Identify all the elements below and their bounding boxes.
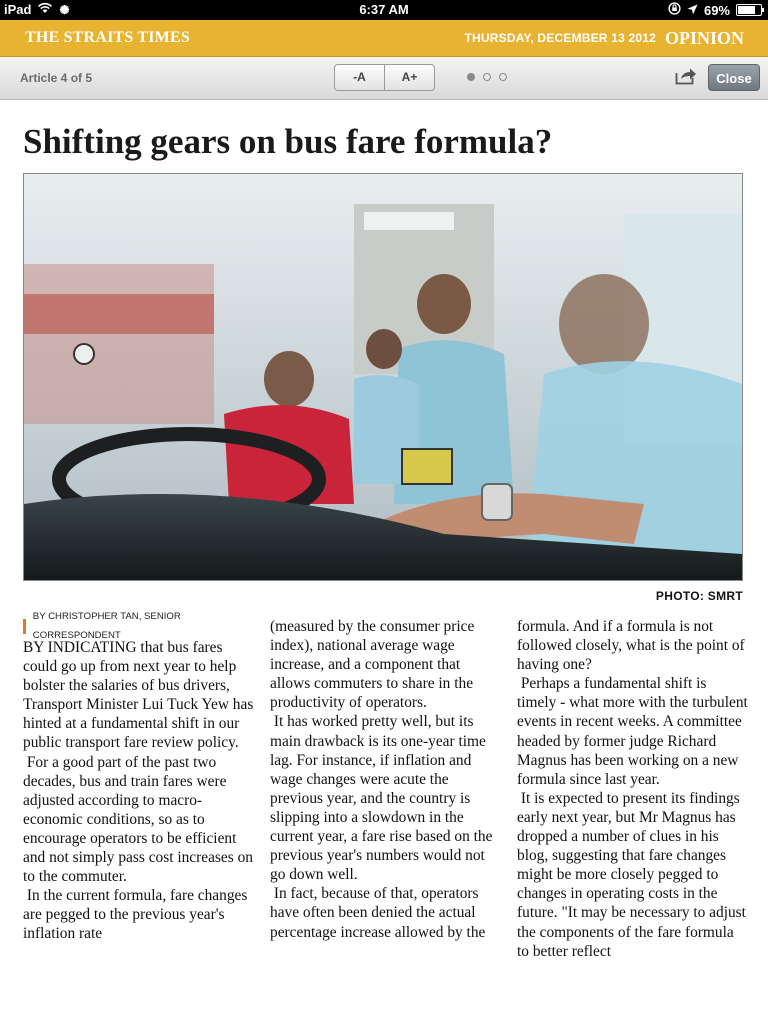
paragraph: In the current formula, fare changes are… bbox=[23, 887, 248, 943]
article-headline: Shifting gears on bus fare formula? bbox=[23, 122, 553, 161]
brand-logo: THE STRAITS TIMES bbox=[25, 29, 190, 46]
paragraph: (measured by the consumer price index), … bbox=[270, 618, 475, 712]
reader-toolbar: Article 4 of 5 -A A+ Close bbox=[0, 57, 768, 100]
article-column-3: formula. And if a formula is not followe… bbox=[517, 617, 749, 961]
battery-percent: 69% bbox=[703, 2, 730, 18]
article-photo bbox=[23, 173, 743, 581]
photo-credit: PHOTO: SMRT bbox=[655, 589, 743, 603]
newspaper-banner: THE STRAITS TIMES THURSDAY, DECEMBER 13 … bbox=[0, 20, 768, 57]
rotation-lock-icon bbox=[668, 2, 681, 18]
paragraph: Perhaps a fundamental shift is timely - … bbox=[517, 675, 748, 788]
article-column-2: (measured by the consumer price index), … bbox=[270, 617, 502, 942]
paragraph: For a good part of the past two decades,… bbox=[23, 753, 253, 886]
status-time: 6:37 AM bbox=[359, 2, 409, 17]
edition-date: THURSDAY, DECEMBER 13 2012 bbox=[464, 31, 656, 45]
page-dot[interactable] bbox=[499, 73, 507, 81]
close-button[interactable]: Close bbox=[708, 64, 760, 91]
section-name: OPINION bbox=[664, 28, 744, 48]
battery-icon bbox=[736, 4, 764, 16]
article-counter: Article 4 of 5 bbox=[20, 71, 93, 85]
location-icon bbox=[687, 3, 698, 18]
status-bar: iPad ✺ 6:37 AM 69% bbox=[0, 0, 768, 20]
paragraph: It is expected to present its findings e… bbox=[517, 789, 746, 960]
byline-accent bbox=[23, 618, 26, 634]
paragraph: In fact, because of that, operators have… bbox=[270, 885, 486, 941]
page-dot[interactable] bbox=[467, 73, 475, 81]
decrease-font-button[interactable]: -A bbox=[335, 65, 384, 90]
font-size-control: -A A+ bbox=[334, 64, 435, 91]
paragraph: formula. And if a formula is not followe… bbox=[517, 618, 745, 674]
increase-font-button[interactable]: A+ bbox=[384, 65, 434, 90]
share-icon[interactable] bbox=[675, 67, 697, 85]
paragraph: BY INDICATING that bus fares could go up… bbox=[23, 639, 254, 752]
paragraph: It has worked pretty well, but its main … bbox=[270, 713, 493, 884]
page-dot[interactable] bbox=[483, 73, 491, 81]
article-column-1: BY CHRISTOPHER TAN, SENIOR CORRESPONDENT… bbox=[23, 611, 255, 944]
page-indicator[interactable] bbox=[467, 73, 507, 81]
byline: BY CHRISTOPHER TAN, SENIOR CORRESPONDENT bbox=[23, 611, 255, 641]
